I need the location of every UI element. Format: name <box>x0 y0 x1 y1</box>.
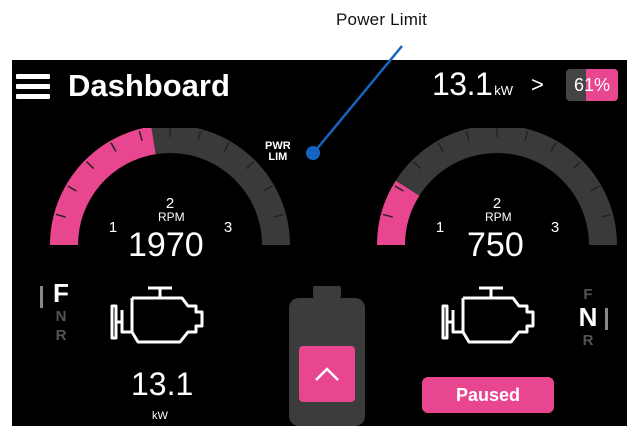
power-limit-callout <box>306 45 403 160</box>
callout-dot <box>306 146 320 160</box>
callout-line <box>315 45 403 151</box>
